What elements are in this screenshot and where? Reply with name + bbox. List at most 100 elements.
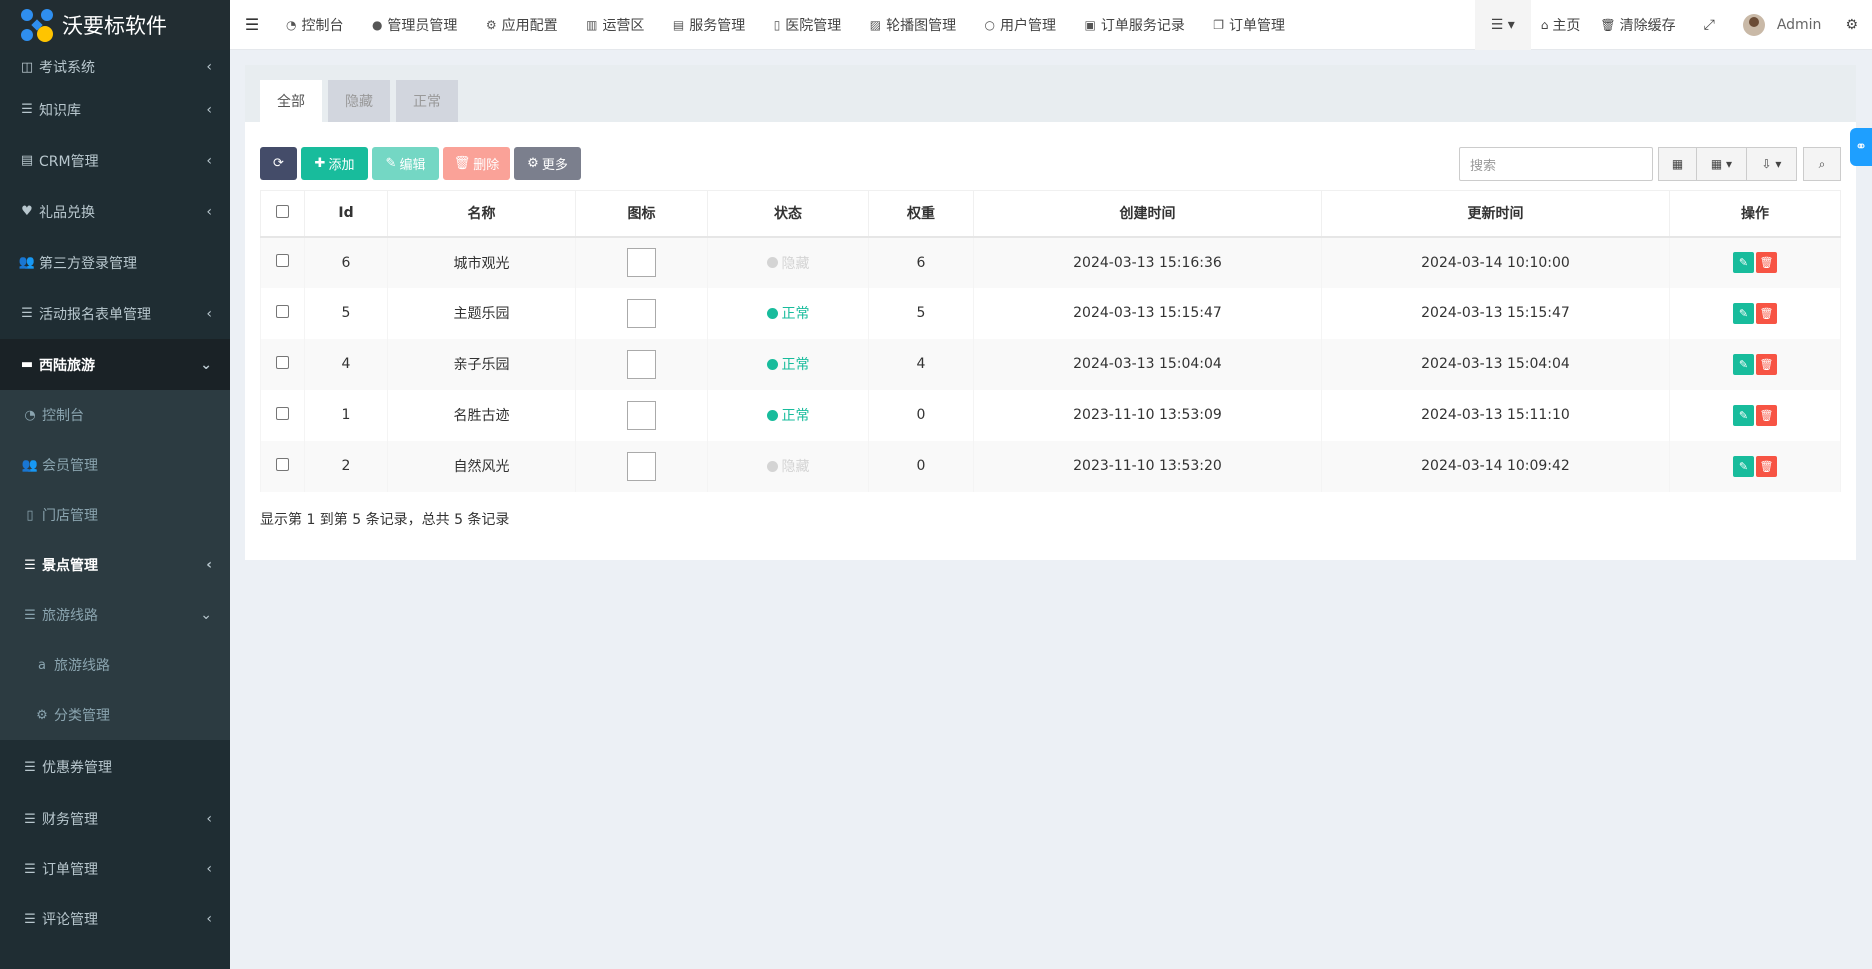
col-status[interactable]: 状态 bbox=[707, 190, 869, 238]
trash-icon: 🗑 bbox=[1759, 459, 1774, 473]
topnav-operation[interactable]: ▥ 运营区 bbox=[574, 0, 656, 50]
col-created[interactable]: 创建时间 bbox=[973, 190, 1322, 238]
topnav-label: 应用配置 bbox=[501, 17, 558, 34]
cell-icon bbox=[575, 287, 708, 339]
broken-image-icon[interactable] bbox=[627, 451, 656, 481]
col-id[interactable]: Id bbox=[304, 190, 388, 238]
sidebar-item-routes[interactable]: ☰ 旅游线路 ⌄ bbox=[0, 590, 230, 640]
col-name[interactable]: 名称 bbox=[387, 190, 576, 238]
topnav-admins[interactable]: ● 管理员管理 bbox=[360, 0, 469, 50]
cell-actions: ✎ 🗑 bbox=[1669, 440, 1841, 492]
col-actions: 操作 bbox=[1669, 190, 1841, 238]
topnav-carousel[interactable]: ▨ 轮播图管理 bbox=[858, 0, 968, 50]
table-row[interactable]: 6 城市观光 隐藏 6 2024-03-13 15:16:36 2024-03-14 10… bbox=[260, 236, 1841, 288]
sidebar-item-routes-list[interactable]: a 旅游线路 bbox=[0, 640, 230, 690]
brand-logo[interactable]: 沃要标软件 bbox=[0, 0, 230, 50]
amazon-icon: a bbox=[38, 657, 46, 673]
col-weight[interactable]: 权重 bbox=[868, 190, 974, 238]
add-button[interactable]: ✚ 添加 bbox=[301, 147, 368, 180]
floating-link-button[interactable]: ⚭ bbox=[1850, 128, 1872, 166]
row-checkbox[interactable] bbox=[276, 355, 289, 369]
sidebar-item-comments[interactable]: ☰ 评论管理 ‹ bbox=[0, 894, 230, 944]
sidebar-item-coupons[interactable]: ☰ 优惠券管理 bbox=[0, 740, 230, 794]
export-button[interactable]: ⇩ ▾ bbox=[1746, 147, 1797, 181]
clear-cache-link[interactable]: 🗑 清除缓存 bbox=[1590, 0, 1685, 50]
topnav-service[interactable]: ▤ 服务管理 bbox=[661, 0, 757, 50]
toggle-view-button[interactable]: ▦ bbox=[1658, 147, 1697, 181]
delete-button[interactable]: 🗑 删除 bbox=[443, 147, 510, 180]
table-row[interactable]: 2 自然风光 隐藏 0 2023-11-10 13:53:20 2024-03-14 10… bbox=[260, 440, 1841, 492]
sidebar-item-categories[interactable]: ⚙ 分类管理 bbox=[0, 690, 230, 740]
sidebar-item-xilu[interactable]: ▬ 西陆旅游 ⌄ bbox=[0, 339, 230, 390]
sidebar-item-thirdparty[interactable]: 👥 第三方登录管理 bbox=[0, 237, 230, 288]
grid-icon: ▦ ▾ bbox=[1710, 157, 1733, 171]
row-checkbox[interactable] bbox=[276, 406, 289, 420]
row-checkbox[interactable] bbox=[276, 254, 289, 267]
row-edit-button[interactable]: ✎ bbox=[1733, 455, 1754, 477]
col-icon[interactable]: 图标 bbox=[575, 190, 708, 238]
sidebar-item-label: 财务管理 bbox=[42, 812, 98, 828]
sidebar-item-dashboard[interactable]: ◔ 控制台 bbox=[0, 390, 230, 440]
row-edit-button[interactable]: ✎ bbox=[1733, 252, 1754, 273]
sidebar-item-orders[interactable]: ☰ 订单管理 ‹ bbox=[0, 844, 230, 894]
topnav-users[interactable]: ○ 用户管理 bbox=[973, 0, 1068, 50]
tab-hidden[interactable]: 隐藏 bbox=[328, 80, 390, 122]
topnav-hospital[interactable]: ▯ 医院管理 bbox=[762, 0, 854, 50]
user-menu[interactable]: Admin bbox=[1733, 0, 1842, 50]
status-badge[interactable]: 正常 bbox=[766, 303, 810, 323]
sidebar-item-label: 控制台 bbox=[42, 408, 84, 424]
sidebar-item-knowledge[interactable]: ☰ 知识库 ‹ bbox=[0, 84, 230, 135]
sidebar-item-exam[interactable]: ◫ 考试系统 ‹ bbox=[0, 50, 230, 84]
table-row[interactable]: 4 亲子乐园 正常 4 2024-03-13 15:04:04 2024-03-13 15… bbox=[260, 338, 1841, 390]
refresh-button[interactable]: ⟳ bbox=[260, 147, 297, 180]
select-all-checkbox[interactable] bbox=[276, 204, 289, 218]
row-delete-button[interactable]: 🗑 bbox=[1756, 455, 1777, 477]
more-button[interactable]: ⚙ 更多 bbox=[514, 147, 581, 180]
status-badge[interactable]: 隐藏 bbox=[766, 456, 810, 476]
table-row[interactable]: 5 主题乐园 正常 5 2024-03-13 15:15:47 2024-03-13 15… bbox=[260, 287, 1841, 339]
sidebar-item-members[interactable]: 👥 会员管理 bbox=[0, 440, 230, 490]
list-icon: ☰ ▾ bbox=[1490, 17, 1515, 33]
menu-toggle-icon[interactable]: ☰ bbox=[230, 15, 274, 34]
status-badge[interactable]: 正常 bbox=[766, 405, 810, 425]
topnav-app-config[interactable]: ⚙ 应用配置 bbox=[474, 0, 570, 50]
row-edit-button[interactable]: ✎ bbox=[1733, 353, 1754, 375]
search-button[interactable]: ⌕ bbox=[1803, 147, 1841, 181]
columns-button[interactable]: ▦ ▾ bbox=[1696, 147, 1747, 181]
sidebar-item-crm[interactable]: ▤ CRM管理 ‹ bbox=[0, 135, 230, 186]
table-row[interactable]: 1 名胜古迹 正常 0 2023-11-10 13:53:09 2024-03-13 15… bbox=[260, 389, 1841, 441]
settings-button[interactable]: ⚙ bbox=[1841, 0, 1872, 50]
sidebar-item-activity[interactable]: ☰ 活动报名表单管理 ‹ bbox=[0, 288, 230, 339]
topnav-order-service[interactable]: ▣ 订单服务记录 bbox=[1072, 0, 1196, 50]
tab-normal[interactable]: 正常 bbox=[396, 80, 458, 122]
row-checkbox[interactable] bbox=[276, 304, 289, 318]
fullscreen-button[interactable]: ⤢ bbox=[1686, 0, 1733, 50]
edit-button[interactable]: ✎ 编辑 bbox=[372, 147, 439, 180]
row-delete-button[interactable]: 🗑 bbox=[1756, 353, 1777, 375]
topnav-orders[interactable]: ❐ 订单管理 bbox=[1201, 0, 1297, 50]
row-delete-button[interactable]: 🗑 bbox=[1756, 404, 1777, 426]
topnav-dashboard[interactable]: ◔ 控制台 bbox=[274, 0, 355, 50]
status-badge[interactable]: 隐藏 bbox=[766, 253, 810, 273]
row-edit-button[interactable]: ✎ bbox=[1733, 302, 1754, 324]
sidebar-item-gift[interactable]: ♥ 礼品兑换 ‹ bbox=[0, 186, 230, 237]
cell-actions: ✎ 🗑 bbox=[1669, 389, 1841, 441]
sidebar-item-finance[interactable]: ☰ 财务管理 ‹ bbox=[0, 794, 230, 844]
broken-image-icon[interactable] bbox=[627, 248, 656, 277]
topnav-label: 运营区 bbox=[602, 17, 645, 34]
status-badge[interactable]: 正常 bbox=[766, 354, 810, 374]
broken-image-icon[interactable] bbox=[627, 298, 656, 328]
search-input[interactable]: 搜索 bbox=[1459, 147, 1653, 181]
tab-all[interactable]: 全部 bbox=[260, 80, 322, 122]
row-delete-button[interactable]: 🗑 bbox=[1756, 252, 1777, 273]
more-menu-button[interactable]: ☰ ▾ bbox=[1474, 0, 1531, 50]
row-checkbox[interactable] bbox=[276, 457, 289, 471]
sidebar-item-stores[interactable]: ▯ 门店管理 bbox=[0, 490, 230, 540]
home-link[interactable]: ⌂ 主页 bbox=[1531, 0, 1591, 50]
sidebar-item-attractions[interactable]: ☰ 景点管理 ‹ bbox=[0, 540, 230, 590]
row-edit-button[interactable]: ✎ bbox=[1733, 404, 1754, 426]
row-delete-button[interactable]: 🗑 bbox=[1756, 302, 1777, 324]
col-updated[interactable]: 更新时间 bbox=[1321, 190, 1670, 238]
broken-image-icon[interactable] bbox=[627, 400, 656, 430]
broken-image-icon[interactable] bbox=[627, 349, 656, 379]
